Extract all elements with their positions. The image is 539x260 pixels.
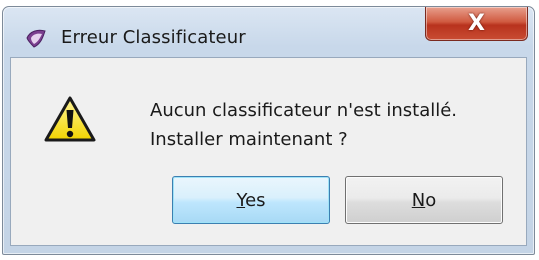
- close-icon: X: [468, 10, 485, 36]
- close-button[interactable]: X: [425, 7, 528, 41]
- no-button-label: No: [412, 190, 436, 211]
- no-mnemonic: N: [411, 189, 426, 211]
- dialog-body: Aucun classificateur n'est installé. Ins…: [10, 57, 527, 246]
- no-button[interactable]: No: [345, 176, 503, 224]
- message-text: Aucun classificateur n'est installé. Ins…: [150, 96, 457, 154]
- window-title: Erreur Classificateur: [61, 27, 246, 48]
- app-shield-icon: [25, 27, 47, 49]
- no-label-rest: o: [425, 189, 437, 211]
- yes-label-rest: es: [245, 189, 266, 211]
- warning-icon: [44, 96, 96, 143]
- yes-button-label: Yes: [236, 190, 265, 211]
- title-bar[interactable]: Erreur Classificateur X: [3, 7, 534, 57]
- message-line-2: Installer maintenant ?: [150, 129, 348, 150]
- dialog-window: Erreur Classificateur X Aucun classifica…: [2, 6, 535, 255]
- yes-mnemonic: Y: [236, 189, 246, 211]
- yes-button[interactable]: Yes: [172, 176, 330, 224]
- message-line-1: Aucun classificateur n'est installé.: [150, 100, 458, 121]
